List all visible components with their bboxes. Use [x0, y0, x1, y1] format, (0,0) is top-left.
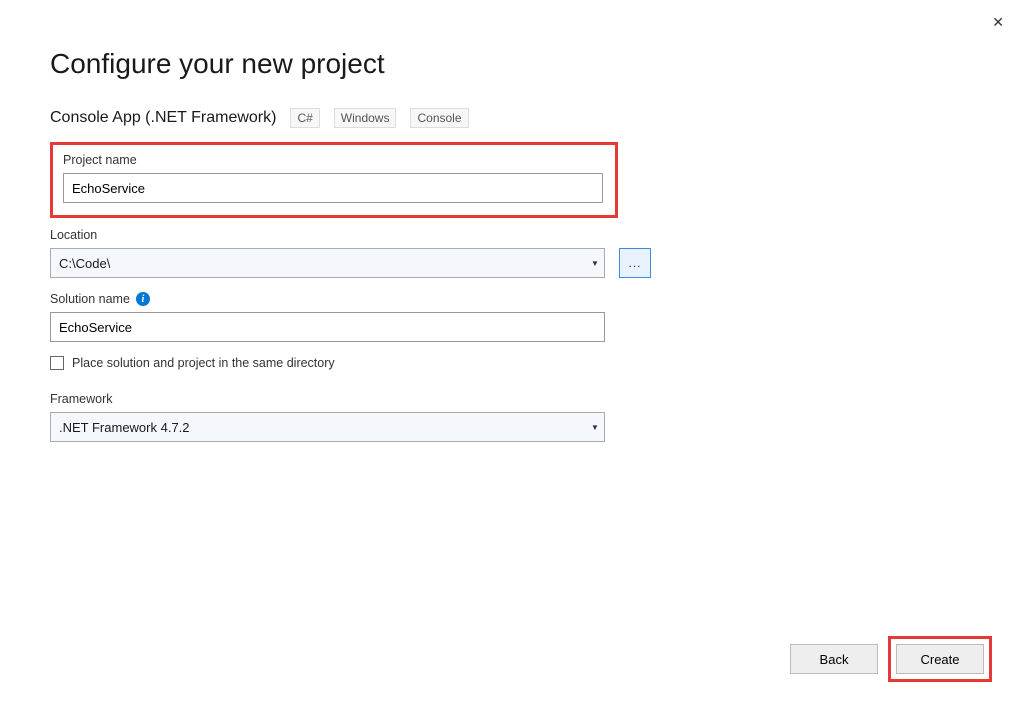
framework-label: Framework	[50, 392, 976, 406]
same-directory-checkbox-row[interactable]: Place solution and project in the same d…	[50, 356, 976, 370]
project-name-highlight: Project name	[50, 142, 618, 218]
tag-windows: Windows	[334, 108, 397, 128]
close-icon[interactable]: ✕	[988, 10, 1008, 35]
tag-csharp: C#	[290, 108, 319, 128]
tag-console: Console	[410, 108, 468, 128]
info-icon[interactable]: i	[136, 292, 150, 306]
location-combo[interactable]: C:\Code\ ▼	[50, 248, 605, 278]
page-title: Configure your new project	[50, 48, 976, 80]
browse-button[interactable]: ...	[619, 248, 651, 278]
project-type-label: Console App (.NET Framework)	[50, 109, 276, 127]
location-label: Location	[50, 228, 976, 242]
solution-name-label-text: Solution name	[50, 292, 130, 306]
chevron-down-icon[interactable]: ▼	[586, 413, 604, 441]
same-directory-checkbox[interactable]	[50, 356, 64, 370]
chevron-down-icon[interactable]: ▼	[586, 249, 604, 277]
create-button-highlight: Create	[888, 636, 992, 682]
solution-name-input[interactable]	[50, 312, 605, 342]
button-bar: Back Create	[790, 636, 992, 682]
solution-name-label: Solution name i	[50, 292, 976, 306]
project-name-label: Project name	[63, 153, 605, 167]
back-button[interactable]: Back	[790, 644, 878, 674]
project-type-row: Console App (.NET Framework) C# Windows …	[50, 108, 976, 128]
framework-combo[interactable]: .NET Framework 4.7.2 ▼	[50, 412, 605, 442]
same-directory-label: Place solution and project in the same d…	[72, 356, 335, 370]
framework-value: .NET Framework 4.7.2	[51, 420, 586, 435]
location-value: C:\Code\	[51, 256, 586, 271]
create-button[interactable]: Create	[896, 644, 984, 674]
project-name-input[interactable]	[63, 173, 603, 203]
